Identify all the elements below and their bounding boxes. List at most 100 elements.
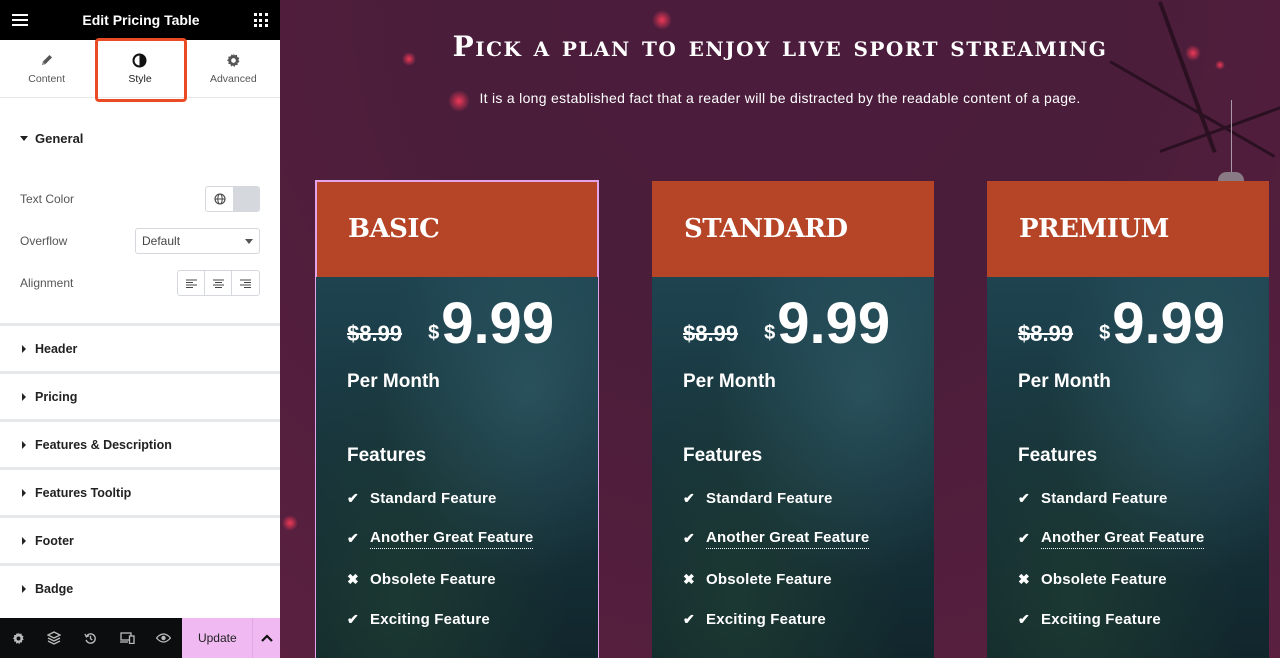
feature-text: Standard Feature [370, 489, 497, 507]
feature-text: Obsolete Feature [706, 570, 832, 588]
section-features-description[interactable]: Features & Description [0, 419, 280, 467]
panel-tabs: Content Style Advanced [0, 38, 280, 102]
align-left-icon[interactable] [178, 271, 205, 295]
feature-item: ✔ Standard Feature [347, 478, 598, 519]
features-heading: Features [1018, 445, 1098, 466]
align-right-icon[interactable] [232, 271, 259, 295]
section-features-tooltip[interactable]: Features Tooltip [0, 467, 280, 515]
price-period: Per Month [347, 371, 440, 392]
feature-item: ✔ Another Great Feature [683, 519, 934, 560]
style-sections: Header Pricing Features & Description Fe… [0, 323, 280, 611]
feature-item: ✔ Standard Feature [683, 478, 934, 519]
feature-item: ✖ Obsolete Feature [1018, 559, 1269, 600]
section-title: Features & Description [35, 437, 172, 452]
history-icon[interactable] [73, 618, 109, 658]
currency-symbol: $ [428, 322, 440, 344]
section-title: Footer [35, 533, 74, 548]
feature-text-with-tooltip[interactable]: Another Great Feature [1041, 529, 1205, 549]
feature-text: Exciting Feature [706, 611, 826, 629]
overflow-select[interactable]: Default [135, 228, 260, 254]
overflow-control: Overflow Default [20, 220, 260, 262]
feature-item: ✔ Exciting Feature [1018, 600, 1269, 641]
price-row: $8.99 $ 9.99 [1018, 295, 1269, 353]
feature-text-with-tooltip[interactable]: Another Great Feature [706, 529, 870, 549]
feature-text: Exciting Feature [1041, 611, 1161, 629]
section-pricing[interactable]: Pricing [0, 371, 280, 419]
select-value: Default [142, 234, 181, 248]
tab-content[interactable]: Content [0, 40, 93, 97]
chevron-up-icon[interactable] [252, 618, 280, 658]
caret-right-icon [22, 584, 26, 593]
align-center-icon[interactable] [205, 271, 232, 295]
check-icon: ✔ [683, 530, 695, 547]
sale-price: 9.99 [441, 291, 555, 356]
feature-item: ✔ Another Great Feature [347, 519, 598, 560]
widgets-grid-icon[interactable] [253, 13, 268, 27]
check-icon: ✔ [1018, 611, 1030, 628]
section-headline: Pick a plan to enjoy live sport streamin… [452, 30, 1108, 63]
check-icon: ✔ [347, 611, 359, 628]
tree-branch [1109, 60, 1276, 158]
check-icon: ✔ [1018, 530, 1030, 547]
section-subheadline: It is a long established fact that a rea… [479, 90, 1081, 106]
original-price: $8.99 [347, 321, 403, 346]
panel-footer: Update [0, 618, 280, 658]
preview-canvas: Pick a plan to enjoy live sport streamin… [280, 0, 1280, 658]
layers-icon[interactable] [36, 618, 72, 658]
tab-advanced[interactable]: Advanced [187, 40, 280, 97]
caret-right-icon [22, 440, 26, 449]
feature-item: ✔ Exciting Feature [683, 600, 934, 641]
features-list: ✔ Standard Feature ✔ Another Great Feature ✖… [347, 478, 598, 640]
tab-style[interactable]: Style [93, 38, 188, 102]
decorative-glow [282, 515, 298, 531]
original-price: $8.99 [683, 321, 739, 346]
section-title: Features Tooltip [35, 485, 132, 500]
card-body: $8.99 $ 9.99 Per Month Features ✔ Standar… [652, 277, 934, 658]
color-swatch[interactable] [233, 187, 259, 211]
pencil-icon [40, 52, 54, 68]
section-title: Pricing [35, 389, 78, 404]
chevron-down-icon [245, 238, 253, 244]
feature-item: ✖ Obsolete Feature [683, 559, 934, 600]
feature-text: Standard Feature [706, 489, 833, 507]
tree-branch [1159, 102, 1280, 153]
price-period: Per Month [683, 371, 776, 392]
hamburger-menu-icon[interactable] [12, 14, 28, 26]
decorative-glow [652, 10, 672, 30]
caret-right-icon [22, 488, 26, 497]
settings-icon[interactable] [0, 618, 36, 658]
section-title: Header [35, 341, 78, 356]
control-label: Overflow [20, 234, 68, 248]
plan-title: STANDARD [652, 181, 934, 277]
feature-text: Exciting Feature [370, 611, 490, 629]
feature-text-with-tooltip[interactable]: Another Great Feature [370, 529, 534, 549]
update-button[interactable]: Update [182, 618, 253, 658]
pricing-card-basic[interactable]: BASIC $8.99 $ 9.99 Per Month Features ✔ S… [315, 180, 599, 658]
global-colors-icon[interactable] [206, 187, 233, 211]
general-section-toggle[interactable]: General [20, 98, 260, 178]
check-icon: ✔ [347, 489, 359, 506]
section-footer[interactable]: Footer [0, 515, 280, 563]
pricing-card-premium[interactable]: PREMIUM $8.99 $ 9.99 Per Month Features … [987, 181, 1269, 658]
alignment-control: Alignment [20, 262, 260, 304]
check-icon: ✔ [683, 489, 695, 506]
panel-title: Edit Pricing Table [82, 12, 200, 28]
preview-eye-icon[interactable] [145, 618, 181, 658]
feature-text: Obsolete Feature [370, 570, 496, 588]
caret-right-icon [22, 344, 26, 353]
price-row: $8.99 $ 9.99 [683, 295, 934, 353]
pricing-card-standard[interactable]: STANDARD $8.99 $ 9.99 Per Month Features… [652, 181, 934, 658]
tab-label: Style [128, 73, 152, 85]
features-list: ✔ Standard Feature ✔ Another Great Feature ✖… [683, 478, 934, 640]
tab-label: Advanced [209, 73, 257, 85]
editor-panel: Edit Pricing Table Content Style Advance… [0, 0, 280, 658]
features-list: ✔ Standard Feature ✔ Another Great Feature ✖… [1018, 478, 1269, 640]
section-header[interactable]: Header [0, 323, 280, 371]
section-badge[interactable]: Badge [0, 563, 280, 611]
feature-item: ✖ Obsolete Feature [347, 559, 598, 600]
responsive-icon[interactable] [109, 618, 145, 658]
spider-thread [1231, 100, 1232, 172]
feature-item: ✔ Another Great Feature [1018, 519, 1269, 560]
cross-icon: ✖ [683, 570, 695, 587]
sale-price: 9.99 [777, 291, 891, 356]
